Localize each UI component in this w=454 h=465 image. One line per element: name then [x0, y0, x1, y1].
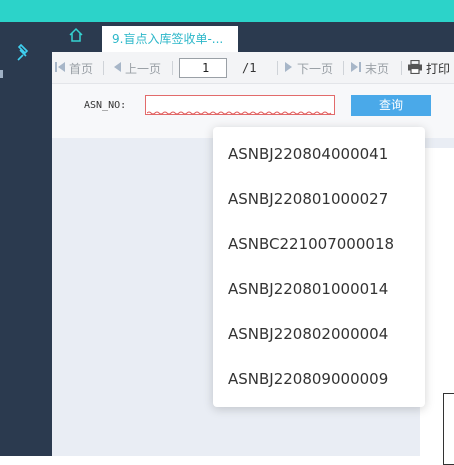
- first-page-icon: [54, 61, 66, 76]
- asn-no-label: ASN_NO:: [84, 100, 127, 111]
- prev-page-button[interactable]: 上一页: [112, 60, 161, 77]
- toolbar-divider: [343, 61, 344, 75]
- dropdown-option[interactable]: ASNBJ220804000041: [228, 145, 388, 163]
- tab-bar: 9.盲点入库签收单-...: [52, 22, 454, 52]
- prev-page-label: 上一页: [125, 62, 162, 76]
- dropdown-option[interactable]: ASNBC221007000018: [228, 235, 394, 253]
- home-icon: [68, 27, 84, 47]
- first-page-button[interactable]: 首页: [54, 60, 93, 77]
- print-label: 打印: [426, 62, 451, 76]
- dropdown-option[interactable]: ASNBJ220809000009: [228, 370, 388, 388]
- query-button[interactable]: 查询: [351, 95, 431, 116]
- sidebar-edge-marker: [0, 70, 3, 78]
- last-page-label: 末页: [365, 62, 390, 76]
- first-page-label: 首页: [69, 62, 94, 76]
- dropdown-option[interactable]: ASNBJ220801000027: [228, 190, 388, 208]
- report-table-box: [443, 393, 454, 465]
- toolbar-divider: [277, 61, 278, 75]
- printer-icon: [407, 59, 423, 77]
- page-total: /1: [242, 61, 257, 75]
- tab-asn-report[interactable]: 9.盲点入库签收单-...: [102, 26, 238, 52]
- page-number-input[interactable]: 1: [179, 58, 227, 78]
- toolbar-divider: [103, 61, 104, 75]
- prev-page-icon: [112, 61, 122, 76]
- next-page-label: 下一页: [297, 62, 334, 76]
- sidebar: [0, 22, 52, 456]
- dropdown-option[interactable]: ASNBJ220802000004: [228, 325, 388, 343]
- report-toolbar: 首页 上一页 1 /1 下一页 末页 打印: [52, 52, 454, 84]
- home-tab[interactable]: [52, 22, 100, 52]
- last-page-button[interactable]: 末页: [350, 60, 389, 77]
- print-button[interactable]: 打印: [407, 59, 451, 77]
- last-page-icon: [350, 61, 362, 76]
- next-page-button[interactable]: 下一页: [284, 60, 333, 77]
- next-page-icon: [284, 61, 294, 76]
- asn-autocomplete-dropdown: ASNBJ220804000041 ASNBJ220801000027 ASNB…: [213, 127, 425, 407]
- toolbar-divider: [172, 61, 173, 75]
- toolbar-divider: [401, 61, 402, 75]
- top-accent-bar: [0, 0, 454, 22]
- spellcheck-underline: [147, 111, 332, 115]
- pin-icon[interactable]: [14, 42, 34, 62]
- dropdown-option[interactable]: ASNBJ220801000014: [228, 280, 388, 298]
